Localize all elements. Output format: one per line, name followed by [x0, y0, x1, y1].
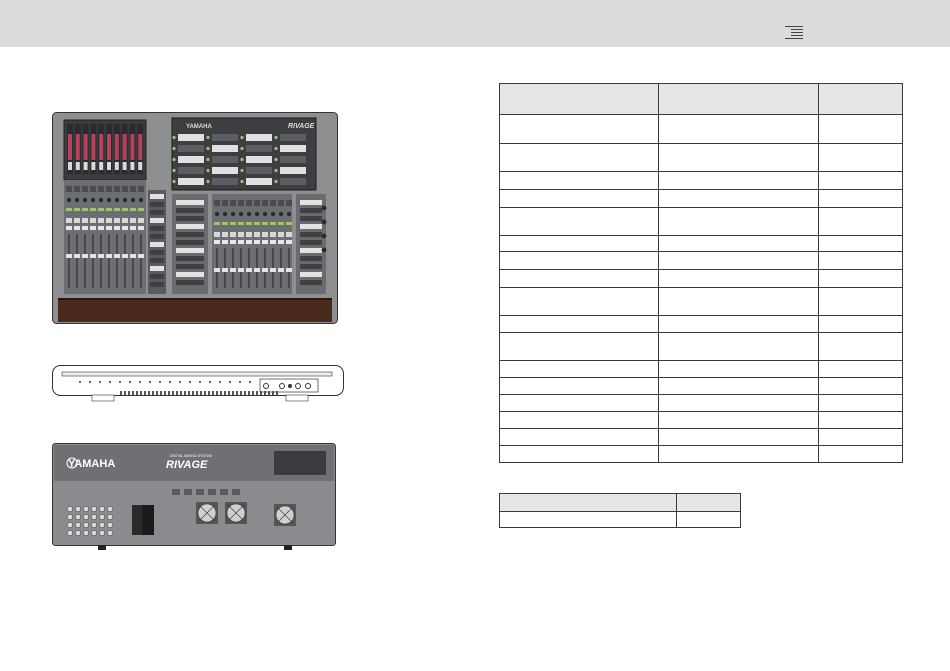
table-cell [675, 511, 742, 528]
table-cell [499, 171, 659, 190]
table-cell [657, 411, 819, 429]
spec-header-cell [817, 83, 904, 115]
table-row [499, 332, 904, 361]
table-cell [499, 189, 659, 208]
table-cell [499, 360, 659, 378]
table-cell [499, 428, 659, 446]
table-cell [817, 377, 904, 395]
table-row [499, 360, 904, 378]
table-cell [657, 360, 819, 378]
table-cell [499, 445, 659, 463]
table-row [499, 171, 904, 190]
table-row [499, 189, 904, 208]
console-front-view-image [52, 365, 344, 402]
table-row [499, 287, 904, 316]
table-cell [657, 189, 819, 208]
table-cell [817, 171, 904, 190]
table-cell [499, 269, 659, 288]
left-page: YAMAHA RIVAGE YAMAHA DIGITAL MIXING SYST… [0, 47, 475, 671]
table-cell [817, 143, 904, 172]
spec-table [499, 83, 904, 463]
table-cell [817, 189, 904, 208]
top-toolbar [0, 0, 950, 47]
table-row [499, 269, 904, 288]
console-top-brand: YAMAHA [186, 124, 212, 130]
console-top-product: RIVAGE [288, 123, 315, 130]
secondary-header-cell [499, 493, 677, 512]
table-cell [657, 332, 819, 361]
table-row [499, 394, 904, 412]
secondary-table [499, 493, 742, 528]
secondary-header-cell [675, 493, 742, 512]
table-cell [817, 114, 904, 144]
table-cell [657, 235, 819, 252]
table-cell [817, 428, 904, 446]
table-cell [499, 235, 659, 252]
table-cell [657, 428, 819, 446]
table-cell [657, 377, 819, 395]
hamburger-menu-icon[interactable] [785, 26, 803, 40]
table-cell [499, 411, 659, 429]
table-cell [499, 114, 659, 144]
table-row [499, 207, 904, 236]
table-cell [657, 143, 819, 172]
console-top-view-image: YAMAHA RIVAGE [52, 112, 338, 324]
table-cell [657, 114, 819, 144]
table-row [499, 511, 742, 528]
table-cell [499, 377, 659, 395]
spec-table-header [499, 83, 904, 115]
table-row [499, 445, 904, 463]
table-row [499, 114, 904, 144]
table-cell [657, 394, 819, 412]
table-row [499, 428, 904, 446]
table-cell [657, 207, 819, 236]
table-cell [499, 332, 659, 361]
table-cell [657, 251, 819, 270]
table-row [499, 411, 904, 429]
table-cell [817, 445, 904, 463]
table-cell [657, 287, 819, 316]
table-cell [817, 207, 904, 236]
table-cell [817, 269, 904, 288]
table-cell [499, 143, 659, 172]
table-cell [817, 315, 904, 333]
table-cell [657, 171, 819, 190]
spec-header-cell [499, 83, 659, 115]
table-cell [657, 445, 819, 463]
table-cell [499, 207, 659, 236]
table-row [499, 315, 904, 333]
table-row [499, 377, 904, 395]
table-cell [657, 315, 819, 333]
console-rear-view-image: YAMAHA DIGITAL MIXING SYSTEM RIVAGE [52, 443, 336, 550]
table-cell [817, 235, 904, 252]
table-cell [817, 411, 904, 429]
table-cell [657, 269, 819, 288]
table-cell [499, 315, 659, 333]
table-cell [499, 394, 659, 412]
table-cell [499, 511, 677, 528]
table-cell [817, 251, 904, 270]
console-rear-series: DIGITAL MIXING SYSTEM [170, 454, 212, 458]
right-page [475, 47, 950, 671]
table-cell [499, 251, 659, 270]
console-rear-brand: YAMAHA [68, 458, 115, 470]
table-cell [817, 332, 904, 361]
table-cell [817, 360, 904, 378]
table-row [499, 235, 904, 252]
table-row [499, 143, 904, 172]
table-cell [499, 287, 659, 316]
table-cell [817, 287, 904, 316]
table-row [499, 251, 904, 270]
console-rear-product: RIVAGE [166, 459, 208, 471]
table-cell [817, 394, 904, 412]
secondary-table-header [499, 493, 742, 512]
spec-header-cell [657, 83, 819, 115]
